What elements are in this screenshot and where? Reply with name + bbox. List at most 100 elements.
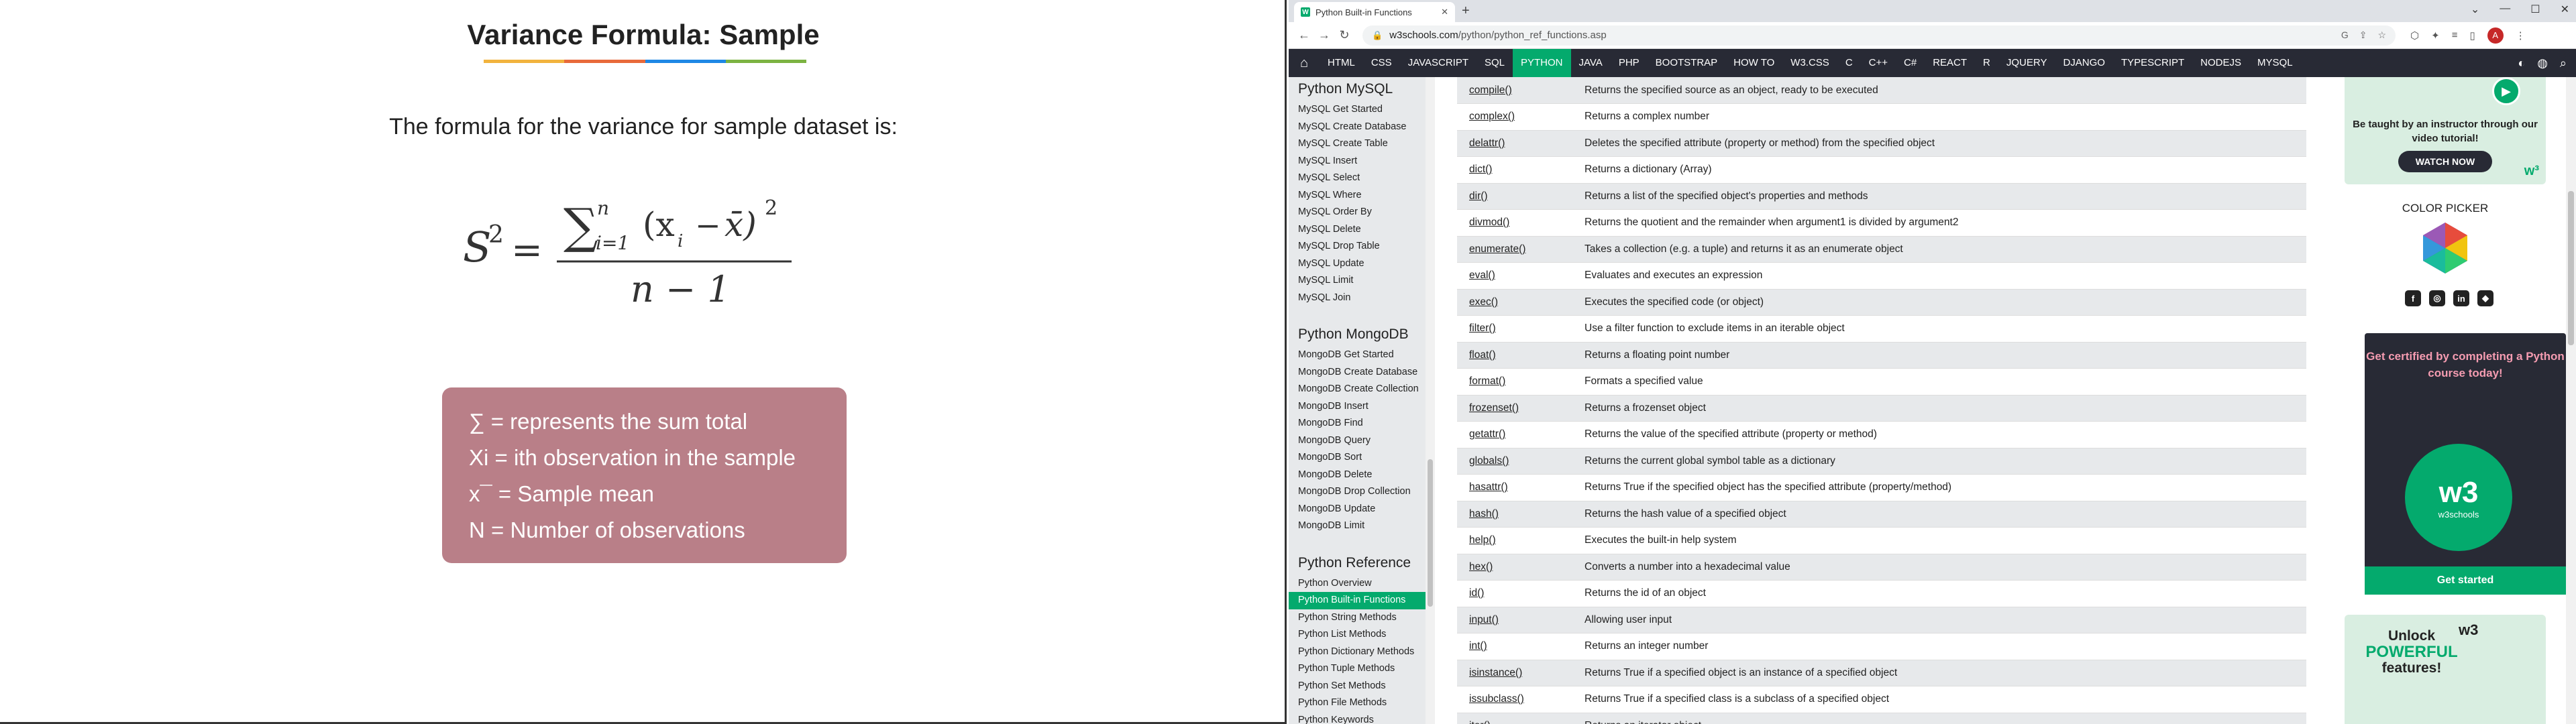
nav-item-c[interactable]: C bbox=[1837, 49, 1861, 77]
extension-icon[interactable]: ⬡ bbox=[2410, 29, 2419, 42]
nav-item-typescript[interactable]: TYPESCRIPT bbox=[2113, 49, 2192, 77]
sidebar-item[interactable]: MySQL Order By bbox=[1289, 204, 1428, 221]
function-link[interactable]: hash() bbox=[1457, 501, 1585, 528]
nav-item-c-[interactable]: C# bbox=[1896, 49, 1925, 77]
function-link[interactable]: dir() bbox=[1457, 183, 1585, 210]
globe-icon[interactable]: ◍ bbox=[2537, 56, 2548, 70]
nav-item-react[interactable]: REACT bbox=[1925, 49, 1975, 77]
sidebar-item[interactable]: MySQL Create Table bbox=[1289, 135, 1428, 153]
function-link[interactable]: exec() bbox=[1457, 289, 1585, 316]
sidebar-item[interactable]: MongoDB Create Collection bbox=[1289, 381, 1428, 398]
function-link[interactable]: hasattr() bbox=[1457, 474, 1585, 501]
back-icon[interactable]: ← bbox=[1294, 28, 1314, 42]
minimize-icon[interactable]: — bbox=[2500, 3, 2510, 16]
bookmark-star-icon[interactable]: ☆ bbox=[2377, 29, 2386, 41]
nav-item-html[interactable]: HTML bbox=[1320, 49, 1363, 77]
reload-icon[interactable]: ↻ bbox=[1334, 28, 1354, 42]
profile-avatar[interactable]: A bbox=[2487, 27, 2504, 44]
color-picker-icon[interactable] bbox=[2418, 221, 2472, 275]
close-window-icon[interactable]: ✕ bbox=[2561, 3, 2569, 16]
sidebar-item[interactable]: MongoDB Create Database bbox=[1289, 364, 1428, 381]
sidepanel-icon[interactable]: ▯ bbox=[2469, 29, 2475, 42]
nav-item-java[interactable]: JAVA bbox=[1571, 49, 1611, 77]
sidebar-item[interactable]: MongoDB Find bbox=[1289, 415, 1428, 432]
sidebar-item[interactable]: Python Dictionary Methods bbox=[1289, 644, 1428, 661]
sidebar-item[interactable]: MySQL Where bbox=[1289, 187, 1428, 204]
sidebar-item[interactable]: Python File Methods bbox=[1289, 695, 1428, 712]
lock-icon[interactable]: 🔒 bbox=[1372, 30, 1383, 41]
function-link[interactable]: compile() bbox=[1457, 77, 1585, 104]
sidebar-item[interactable]: MySQL Get Started bbox=[1289, 101, 1428, 119]
function-link[interactable]: globals() bbox=[1457, 448, 1585, 475]
sidebar-item[interactable]: MongoDB Drop Collection bbox=[1289, 483, 1428, 501]
menu-dots-icon[interactable]: ⋮ bbox=[2516, 29, 2526, 42]
sidebar-item[interactable]: MySQL Delete bbox=[1289, 221, 1428, 239]
function-link[interactable]: format() bbox=[1457, 368, 1585, 396]
function-link[interactable]: iter() bbox=[1457, 713, 1585, 724]
page-scrollbar[interactable] bbox=[2566, 77, 2576, 724]
function-link[interactable]: id() bbox=[1457, 580, 1585, 607]
function-link[interactable]: issubclass() bbox=[1457, 686, 1585, 713]
page-scroll-thumb[interactable] bbox=[2568, 191, 2574, 345]
tab-search-icon[interactable]: ⌄ bbox=[2471, 3, 2479, 16]
nav-item-w3-css[interactable]: W3.CSS bbox=[1782, 49, 1837, 77]
facebook-icon[interactable]: f bbox=[2405, 290, 2421, 306]
function-link[interactable]: divmod() bbox=[1457, 209, 1585, 237]
nav-item-sql[interactable]: SQL bbox=[1477, 49, 1513, 77]
sidebar-item[interactable]: MongoDB Delete bbox=[1289, 467, 1428, 484]
sidebar-item[interactable]: MySQL Create Database bbox=[1289, 119, 1428, 136]
tab-close-icon[interactable]: ✕ bbox=[1441, 7, 1448, 17]
nav-item-javascript[interactable]: JAVASCRIPT bbox=[1400, 49, 1477, 77]
function-link[interactable]: input() bbox=[1457, 607, 1585, 634]
nav-item-php[interactable]: PHP bbox=[1611, 49, 1648, 77]
nav-item-mysql[interactable]: MYSQL bbox=[2249, 49, 2301, 77]
sidebar-item[interactable]: Python Keywords bbox=[1289, 712, 1428, 724]
new-tab-icon[interactable]: + bbox=[1462, 3, 1470, 19]
reading-list-icon[interactable]: ≡ bbox=[2452, 29, 2458, 41]
nav-item-django[interactable]: DJANGO bbox=[2055, 49, 2113, 77]
sidebar-item[interactable]: Python Overview bbox=[1289, 575, 1428, 593]
function-link[interactable]: hex() bbox=[1457, 554, 1585, 581]
function-link[interactable]: complex() bbox=[1457, 103, 1585, 131]
nav-item-css[interactable]: CSS bbox=[1363, 49, 1400, 77]
puzzle-extensions-icon[interactable]: ✦ bbox=[2431, 29, 2440, 42]
sidebar-item[interactable]: MySQL Select bbox=[1289, 170, 1428, 187]
play-icon[interactable]: ▶ bbox=[2492, 77, 2520, 105]
sidebar-item[interactable]: MySQL Update bbox=[1289, 255, 1428, 273]
sidebar-item[interactable]: MongoDB Limit bbox=[1289, 518, 1428, 535]
sidebar-item[interactable]: MySQL Limit bbox=[1289, 272, 1428, 290]
nav-item-jquery[interactable]: JQUERY bbox=[1998, 49, 2055, 77]
sidebar-item[interactable]: MySQL Drop Table bbox=[1289, 238, 1428, 255]
sidebar-item[interactable]: MySQL Join bbox=[1289, 290, 1428, 307]
unlock-features-card[interactable]: Unlock POWERFUL features! w3 bbox=[2345, 615, 2546, 724]
sidebar-item[interactable]: Python Tuple Methods bbox=[1289, 660, 1428, 678]
discord-icon[interactable]: ◆ bbox=[2477, 290, 2493, 306]
sidebar-item[interactable]: Python String Methods bbox=[1289, 609, 1428, 627]
sidebar-item[interactable]: MongoDB Update bbox=[1289, 501, 1428, 518]
sidebar-item[interactable]: MongoDB Insert bbox=[1289, 398, 1428, 416]
function-link[interactable]: float() bbox=[1457, 342, 1585, 369]
nav-item-r[interactable]: R bbox=[1975, 49, 1998, 77]
browser-tab[interactable]: W Python Built-in Functions ✕ bbox=[1294, 2, 1455, 22]
sidebar-item[interactable]: Python Built-in Functions bbox=[1289, 592, 1428, 609]
sidebar-scrollbar[interactable] bbox=[1426, 77, 1435, 724]
function-link[interactable]: filter() bbox=[1457, 315, 1585, 343]
search-icon[interactable]: ⌕ bbox=[2560, 56, 2567, 70]
sidebar-item[interactable]: MongoDB Query bbox=[1289, 432, 1428, 450]
sidebar-item[interactable]: Python Set Methods bbox=[1289, 678, 1428, 695]
function-link[interactable]: getattr() bbox=[1457, 421, 1585, 448]
function-link[interactable]: enumerate() bbox=[1457, 236, 1585, 263]
nav-item-bootstrap[interactable]: BOOTSTRAP bbox=[1648, 49, 1726, 77]
dark-mode-icon[interactable]: ◐ bbox=[2518, 56, 2525, 70]
home-icon[interactable]: ⌂ bbox=[1289, 56, 1320, 71]
sidebar-item[interactable]: MongoDB Sort bbox=[1289, 449, 1428, 467]
nav-item-c-[interactable]: C++ bbox=[1861, 49, 1896, 77]
function-link[interactable]: dict() bbox=[1457, 156, 1585, 184]
function-link[interactable]: eval() bbox=[1457, 262, 1585, 290]
share-icon[interactable]: ⇪ bbox=[2359, 29, 2367, 41]
function-link[interactable]: delattr() bbox=[1457, 130, 1585, 157]
url-input[interactable]: 🔒 w3schools.com/python/python_ref_functi… bbox=[1362, 25, 2396, 46]
maximize-icon[interactable]: ☐ bbox=[2530, 3, 2540, 16]
nav-item-how-to[interactable]: HOW TO bbox=[1725, 49, 1782, 77]
linkedin-icon[interactable]: in bbox=[2453, 290, 2469, 306]
